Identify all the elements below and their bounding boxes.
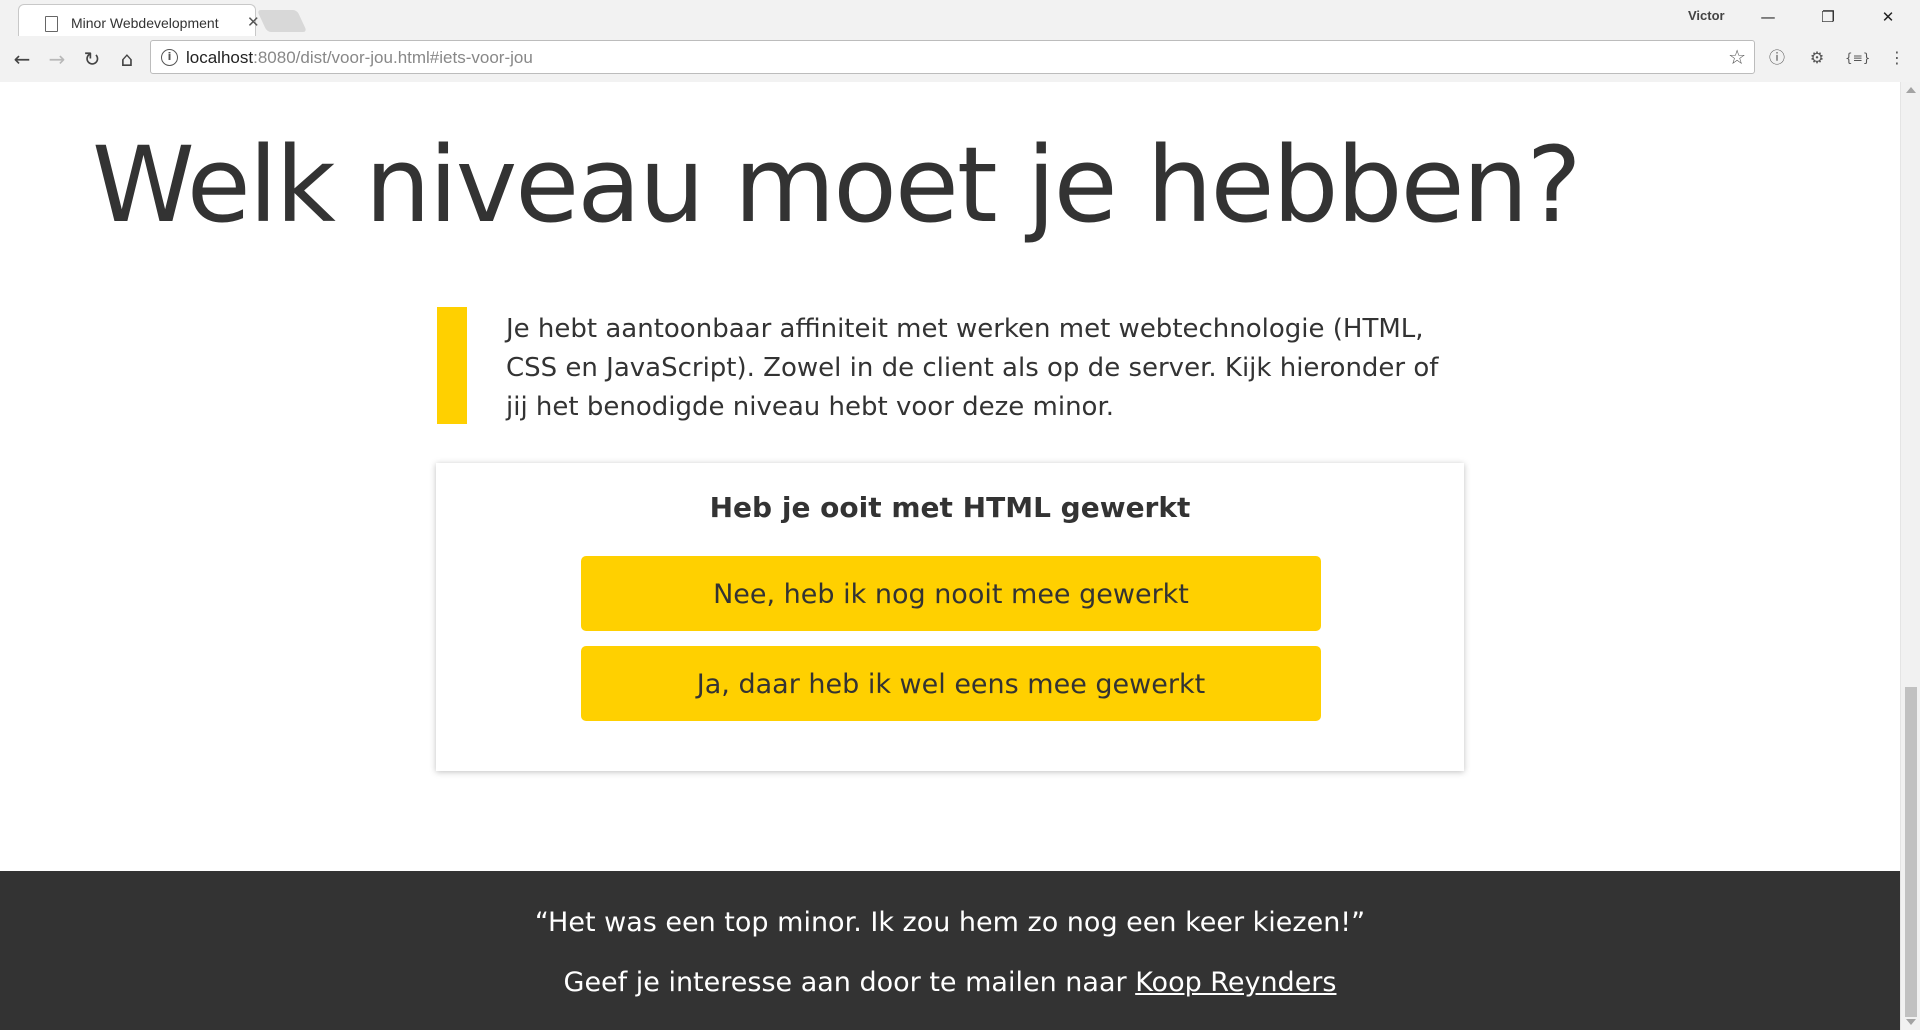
- forward-icon[interactable]: →: [44, 46, 70, 72]
- scroll-up-arrow-icon[interactable]: [1906, 87, 1916, 93]
- scroll-down-arrow-icon[interactable]: [1906, 1019, 1916, 1025]
- footer: “Het was een top minor. Ik zou hem zo no…: [0, 871, 1900, 1030]
- accent-bar: [437, 307, 467, 424]
- page-content: Welk niveau moet je hebben? Je hebt aant…: [0, 82, 1900, 1030]
- address-bar[interactable]: i localhost:8080/dist/voor-jou.html#iets…: [150, 40, 1755, 74]
- home-icon[interactable]: ⌂: [114, 46, 140, 72]
- restore-icon[interactable]: ❐: [1808, 5, 1848, 29]
- bookmark-star-icon[interactable]: ☆: [1728, 45, 1746, 69]
- extension-info-icon[interactable]: ⓘ: [1765, 46, 1789, 70]
- answer-no-button[interactable]: Nee, heb ik nog nooit mee gewerkt: [581, 556, 1321, 631]
- scroll-thumb[interactable]: [1905, 687, 1917, 1017]
- close-window-icon[interactable]: ✕: [1868, 5, 1908, 29]
- profile-name[interactable]: Victor: [1688, 8, 1725, 23]
- menu-icon[interactable]: ⋮: [1885, 46, 1909, 70]
- browser-toolbar: ← → ↻ ⌂ i localhost:8080/dist/voor-jou.h…: [0, 36, 1920, 82]
- tab-title: Minor Webdevelopment: [71, 15, 219, 31]
- page-title: Welk niveau moet je hebben?: [92, 124, 1582, 246]
- answer-yes-button[interactable]: Ja, daar heb ik wel eens mee gewerkt: [581, 646, 1321, 721]
- page-icon: [45, 16, 58, 32]
- reload-icon[interactable]: ↻: [79, 46, 105, 72]
- url-path: :8080/dist/voor-jou.html#iets-voor-jou: [253, 48, 533, 67]
- tab-strip: Minor Webdevelopment ✕ Victor — ❐ ✕: [0, 0, 1920, 37]
- back-icon[interactable]: ←: [9, 46, 35, 72]
- testimonial-quote: “Het was een top minor. Ik zou hem zo no…: [534, 907, 1366, 938]
- intro-text: Je hebt aantoonbaar affiniteit met werke…: [506, 314, 1439, 422]
- contact-text: Geef je interesse aan door te mailen naa…: [563, 967, 1127, 998]
- browser-chrome: Minor Webdevelopment ✕ Victor — ❐ ✕ ← → …: [0, 0, 1920, 82]
- url-host: localhost: [186, 48, 254, 67]
- extension-braces-icon[interactable]: {≡}: [1845, 46, 1870, 70]
- info-icon[interactable]: i: [161, 49, 178, 66]
- new-tab-button[interactable]: [256, 10, 308, 32]
- quiz-question: Heb je ooit met HTML gewerkt: [709, 491, 1191, 524]
- extension-gear-icon[interactable]: ⚙: [1805, 46, 1829, 70]
- minimize-icon[interactable]: —: [1748, 5, 1788, 29]
- scrollbar[interactable]: [1900, 82, 1920, 1030]
- contact-line: Geef je interesse aan door te mailen naa…: [0, 967, 1900, 998]
- contact-link[interactable]: Koop Reynders: [1135, 967, 1336, 998]
- close-tab-icon[interactable]: ✕: [247, 13, 260, 31]
- browser-tab[interactable]: Minor Webdevelopment ✕: [18, 4, 260, 37]
- quiz-card: Heb je ooit met HTML gewerkt Nee, heb ik…: [436, 463, 1464, 771]
- url-text[interactable]: localhost:8080/dist/voor-jou.html#iets-v…: [186, 48, 533, 68]
